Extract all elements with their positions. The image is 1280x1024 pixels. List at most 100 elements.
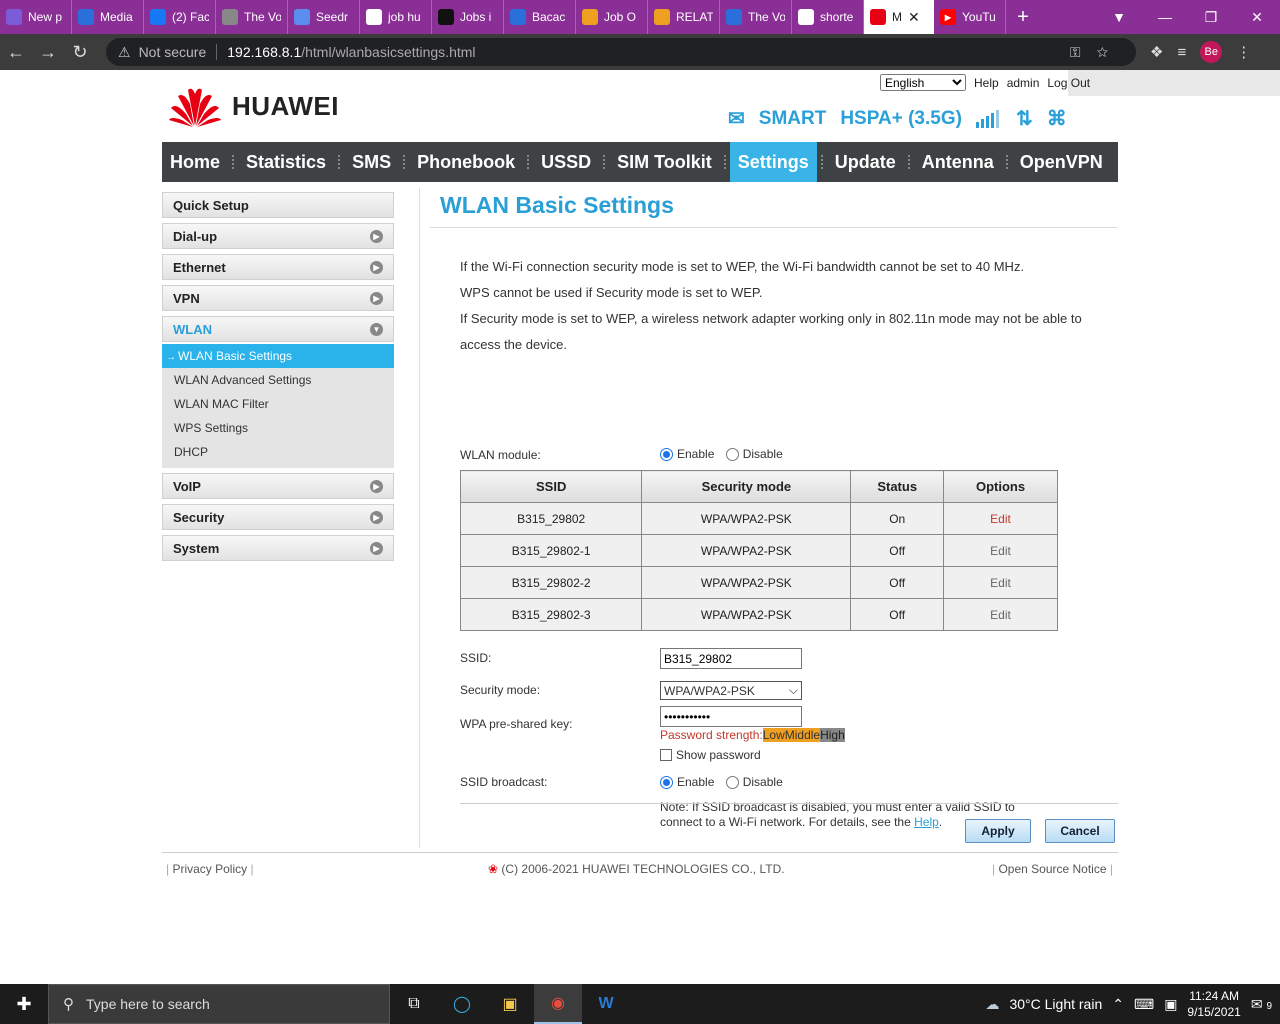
url-text: 192.168.8.1/html/wlanbasicsettings.html <box>227 44 475 60</box>
weather-text[interactable]: 30°C Light rain <box>1009 996 1102 1012</box>
privacy-policy-link[interactable]: Privacy Policy <box>172 862 247 876</box>
close-window-icon[interactable]: ✕ <box>1234 9 1280 26</box>
security-mode-value: WPA/WPA2-PSK <box>664 683 755 698</box>
close-tab-icon[interactable]: ✕ <box>908 9 920 26</box>
edit-link[interactable]: Edit <box>943 598 1058 631</box>
sidebar-item[interactable]: System ▶ <box>162 535 394 561</box>
browser-tab[interactable]: Bacac <box>504 0 576 34</box>
edit-link[interactable]: Edit <box>943 502 1058 535</box>
clock[interactable]: 11:24 AM 9/15/2021 <box>1187 988 1240 1020</box>
task-view-icon[interactable]: ⧉ <box>390 984 438 1024</box>
wlan-enable-radio[interactable]: Enable <box>660 447 714 461</box>
psk-input[interactable] <box>660 706 802 727</box>
omnibox-icons: ⚿☆ <box>1070 44 1124 61</box>
sidebar-subitem[interactable]: DHCP <box>162 440 394 464</box>
browser-tab[interactable]: The Vo <box>216 0 288 34</box>
menu-item-ussd[interactable]: USSD <box>533 142 599 182</box>
menu-item-settings[interactable]: Settings <box>729 142 817 182</box>
help-link-inline[interactable]: Help <box>914 815 939 829</box>
edit-link[interactable]: Edit <box>943 534 1058 567</box>
sidebar-item[interactable]: VPN ▶ <box>162 285 394 311</box>
reload-icon[interactable]: ↻ <box>64 42 96 63</box>
sidebar-item[interactable]: VoIP ▶ <box>162 473 394 499</box>
file-explorer-icon[interactable]: ▣ <box>486 984 534 1024</box>
browser-tab[interactable]: (2) Fac <box>144 0 216 34</box>
new-tab-icon[interactable]: + <box>1006 6 1040 29</box>
browser-tab[interactable]: New p <box>0 0 72 34</box>
sidebar-subitem[interactable]: → WLAN Basic Settings <box>162 344 394 368</box>
browser-tab[interactable]: Jobs i <box>432 0 504 34</box>
windows-start-icon[interactable]: ✚ <box>0 994 48 1015</box>
ssid-input[interactable] <box>660 648 802 669</box>
menu-item-home[interactable]: Home <box>162 142 228 182</box>
puzzle-icon[interactable]: ❖ <box>1150 43 1163 61</box>
broadcast-disable-radio[interactable]: Disable <box>725 775 783 789</box>
edge-icon[interactable]: ◯ <box>438 984 486 1024</box>
sidebar-item[interactable]: Quick Setup <box>162 192 394 218</box>
table-header-row: SSID Security mode Status Options <box>459 470 1058 503</box>
key-icon[interactable]: ⚿ <box>1070 44 1097 60</box>
forward-icon[interactable]: → <box>32 42 64 63</box>
back-icon[interactable]: ← <box>0 42 32 63</box>
sidebar-subitem[interactable]: WPS Settings <box>162 416 394 440</box>
radio-label: Disable <box>742 447 783 461</box>
menu-item-update[interactable]: Update <box>827 142 904 182</box>
profile-menu-icon[interactable]: ▼ <box>1096 9 1142 25</box>
star-icon[interactable]: ☆ <box>1097 44 1124 60</box>
language-select[interactable]: English <box>880 74 966 91</box>
edit-link[interactable]: Edit <box>943 566 1058 599</box>
sidebar-subitem[interactable]: WLAN MAC Filter <box>162 392 394 416</box>
sidebar-item[interactable]: Dial-up ▶ <box>162 223 394 249</box>
playlist-icon[interactable]: ≡ <box>1177 44 1186 61</box>
browser-tab[interactable]: Media <box>72 0 144 34</box>
restore-icon[interactable]: ❐ <box>1188 9 1234 26</box>
sidebar-item[interactable]: Security ▶ <box>162 504 394 530</box>
broadcast-enable-radio[interactable]: Enable <box>660 775 714 789</box>
wlan-module-radios: Enable Disable <box>660 447 791 464</box>
browser-tab[interactable]: RELAT <box>648 0 720 34</box>
chevron-up-icon[interactable]: ⌃ <box>1112 996 1124 1013</box>
cancel-button[interactable]: Cancel <box>1045 819 1115 843</box>
sidebar-item[interactable]: WLAN ▼ <box>162 316 394 342</box>
show-password-checkbox[interactable]: Show password <box>660 748 761 762</box>
tab-title: Jobs i <box>460 10 492 24</box>
notifications-icon[interactable]: ✉ 9 <box>1251 996 1272 1013</box>
logout-link[interactable]: Log Out <box>1047 76 1090 90</box>
chrome-icon[interactable]: ◉ <box>534 984 582 1024</box>
menu-item-phonebook[interactable]: Phonebook <box>409 142 523 182</box>
copyright-footer: ❀ (C) 2006-2021 HUAWEI TECHNOLOGIES CO.,… <box>488 862 785 876</box>
help-link[interactable]: Help <box>974 76 999 90</box>
security-mode-select[interactable]: WPA/WPA2-PSK ⌵ <box>660 681 802 700</box>
word-icon[interactable]: W <box>582 984 630 1024</box>
strength-middle: Middle <box>784 728 821 742</box>
huawei-icon <box>870 9 886 25</box>
apply-button[interactable]: Apply <box>965 819 1031 843</box>
browser-tab-active[interactable]: M ✕ <box>864 0 934 34</box>
chevron-right-icon: ▶ <box>370 229 383 243</box>
more-menu-icon[interactable]: ⋮ <box>1236 43 1251 61</box>
browser-tab[interactable]: Job O <box>576 0 648 34</box>
ime-icon[interactable]: ⌨ <box>1134 996 1154 1013</box>
minimize-icon[interactable]: — <box>1142 9 1188 25</box>
wlan-disable-radio[interactable]: Disable <box>725 447 783 461</box>
browser-tab[interactable]: ▶ YouTu <box>934 0 1006 34</box>
sidebar-item[interactable]: Ethernet ▶ <box>162 254 394 280</box>
menu-item-sim-toolkit[interactable]: SIM Toolkit <box>609 142 720 182</box>
sidebar-subitem[interactable]: WLAN Advanced Settings <box>162 368 394 392</box>
menu-item-openvpn[interactable]: OpenVPN <box>1012 142 1111 182</box>
menu-item-sms[interactable]: SMS <box>344 142 399 182</box>
menu-item-antenna[interactable]: Antenna <box>914 142 1002 182</box>
status-bar: ✉ SMART HSPA+ (3.5G) ⇅ ⌘ <box>728 106 1067 131</box>
browser-tab[interactable]: shorte <box>792 0 864 34</box>
url-input[interactable]: ⚠ Not secure 192.168.8.1/html/wlanbasics… <box>106 38 1136 66</box>
browser-tab[interactable]: job hu <box>360 0 432 34</box>
open-source-link[interactable]: Open Source Notice <box>998 862 1106 876</box>
browser-tab[interactable]: Seedr <box>288 0 360 34</box>
profile-avatar[interactable]: Be <box>1200 41 1223 63</box>
browser-tab[interactable]: The Vo <box>720 0 792 34</box>
menu-item-statistics[interactable]: Statistics <box>238 142 334 182</box>
network-icon[interactable]: ▣ <box>1164 996 1177 1013</box>
mail-icon[interactable]: ✉ <box>728 106 745 131</box>
note-line: If Security mode is set to WEP, a wirele… <box>460 311 1082 352</box>
taskbar-search-input[interactable]: ⚲ Type here to search <box>48 984 390 1024</box>
